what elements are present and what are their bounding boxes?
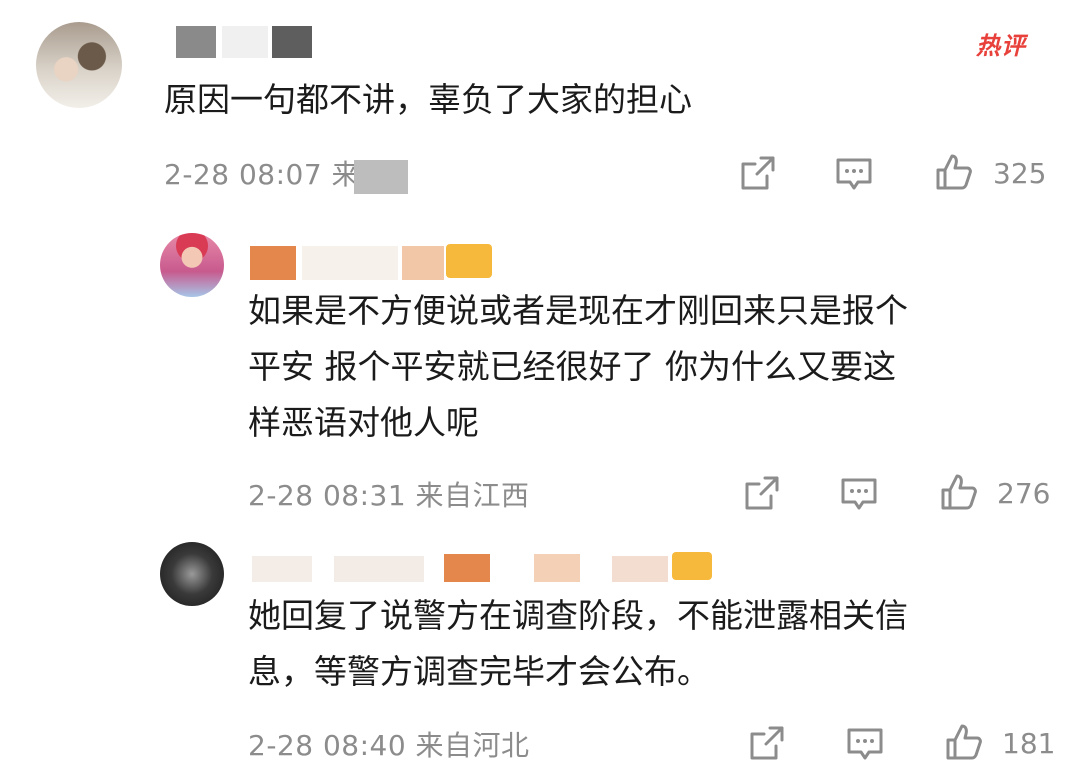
hot-comment-badge: 热评: [976, 32, 1026, 60]
comment-text: 如果是不方便说或者是现在才刚回来只是报个 平安 报个平安就已经很好了 你为什么又…: [248, 291, 908, 442]
reply-icon[interactable]: [845, 724, 885, 764]
like-count: 325: [993, 157, 1047, 190]
thumbs-up-icon[interactable]: [934, 152, 974, 192]
comment-text: 她回复了说警方在调查阶段，不能泄露相关信 息，等警方调查完毕才会公布。: [248, 596, 908, 691]
meta-redacted: [354, 160, 408, 194]
reply-icon[interactable]: [834, 154, 874, 194]
like-count: 181: [1002, 727, 1056, 760]
like-count: 276: [997, 477, 1051, 510]
username-redacted[interactable]: [176, 22, 316, 62]
username-redacted[interactable]: [246, 240, 496, 282]
thumbs-up-icon[interactable]: [939, 472, 979, 512]
avatar[interactable]: [160, 542, 224, 606]
comment-meta: 2-28 08:31 来自江西: [248, 479, 530, 512]
avatar[interactable]: [160, 233, 224, 297]
thumbs-up-icon[interactable]: [944, 722, 984, 762]
username-redacted[interactable]: [252, 550, 722, 584]
comment-meta: 2-28 08:40 来自河北: [248, 729, 530, 762]
share-icon[interactable]: [746, 724, 786, 764]
comment-text: 原因一句都不讲，辜负了大家的担心: [164, 80, 692, 119]
share-icon[interactable]: [737, 154, 777, 194]
share-icon[interactable]: [741, 474, 781, 514]
reply-icon[interactable]: [839, 474, 879, 514]
avatar[interactable]: [36, 22, 122, 108]
